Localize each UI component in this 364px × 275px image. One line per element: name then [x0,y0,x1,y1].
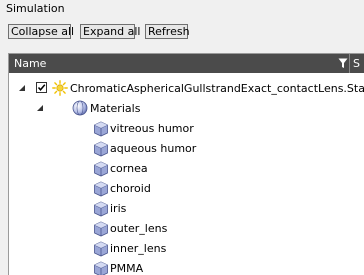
tree-item-label-material: vitreous humor [110,122,194,135]
cube-icon [94,241,108,257]
expand-all-button[interactable]: Expand all [80,24,141,39]
tree-item-label-material: outer_lens [110,222,168,235]
tree-row-root[interactable]: ChromaticAsphericalGullstrandExact_conta… [9,80,364,100]
tree-item-label-material: inner_lens [110,242,167,255]
tree-item-label-root: ChromaticAsphericalGullstrandExact_conta… [70,82,364,95]
tree-item-label-materials: Materials [90,102,141,115]
cube-icon [94,181,108,197]
cube-icon [94,201,108,217]
root-checkbox[interactable] [36,82,47,93]
tree-row-material[interactable]: outer_lens [9,220,364,240]
expanded-arrow-icon[interactable] [36,104,44,112]
simulation-tree[interactable]: Name S ChromaticAsphericalGullstrandExac… [8,53,364,275]
column-header-row: Name S [9,54,364,73]
column-separator[interactable] [349,54,350,73]
tree-item-label-material: cornea [110,162,148,175]
simulation-panel: Simulation Collapse all Expand all Refre… [0,0,364,275]
tree-item-label-material: aqueous humor [110,142,197,155]
cube-icon [94,161,108,177]
tree-item-label-material: choroid [110,182,151,195]
tree-item-label-material: iris [110,202,127,215]
refresh-button[interactable]: Refresh [145,24,190,39]
tree-row-material[interactable]: PMMA [9,260,364,275]
tree-row-material[interactable]: inner_lens [9,240,364,260]
cube-icon [94,141,108,157]
tree-row-material[interactable]: iris [9,200,364,220]
sun-icon [52,80,68,96]
tree-row-material[interactable]: aqueous humor [9,140,364,160]
cube-icon [94,221,108,237]
filter-icon[interactable] [338,58,348,69]
cube-icon [94,261,108,275]
tree-row-material[interactable]: vitreous humor [9,120,364,140]
tree-row-material[interactable]: cornea [9,160,364,180]
collapse-all-button[interactable]: Collapse all [8,24,74,39]
column-header-second[interactable]: S [353,57,360,70]
tree-row-material[interactable]: choroid [9,180,364,200]
tree-row-materials[interactable]: Materials [9,100,364,120]
panel-title: Simulation [6,2,65,15]
check-icon [37,84,46,91]
expanded-arrow-icon[interactable] [18,84,26,92]
cube-icon [94,121,108,137]
column-header-name[interactable]: Name [14,57,46,70]
sphere-icon [72,100,88,116]
tree-item-label-material: PMMA [110,262,144,275]
